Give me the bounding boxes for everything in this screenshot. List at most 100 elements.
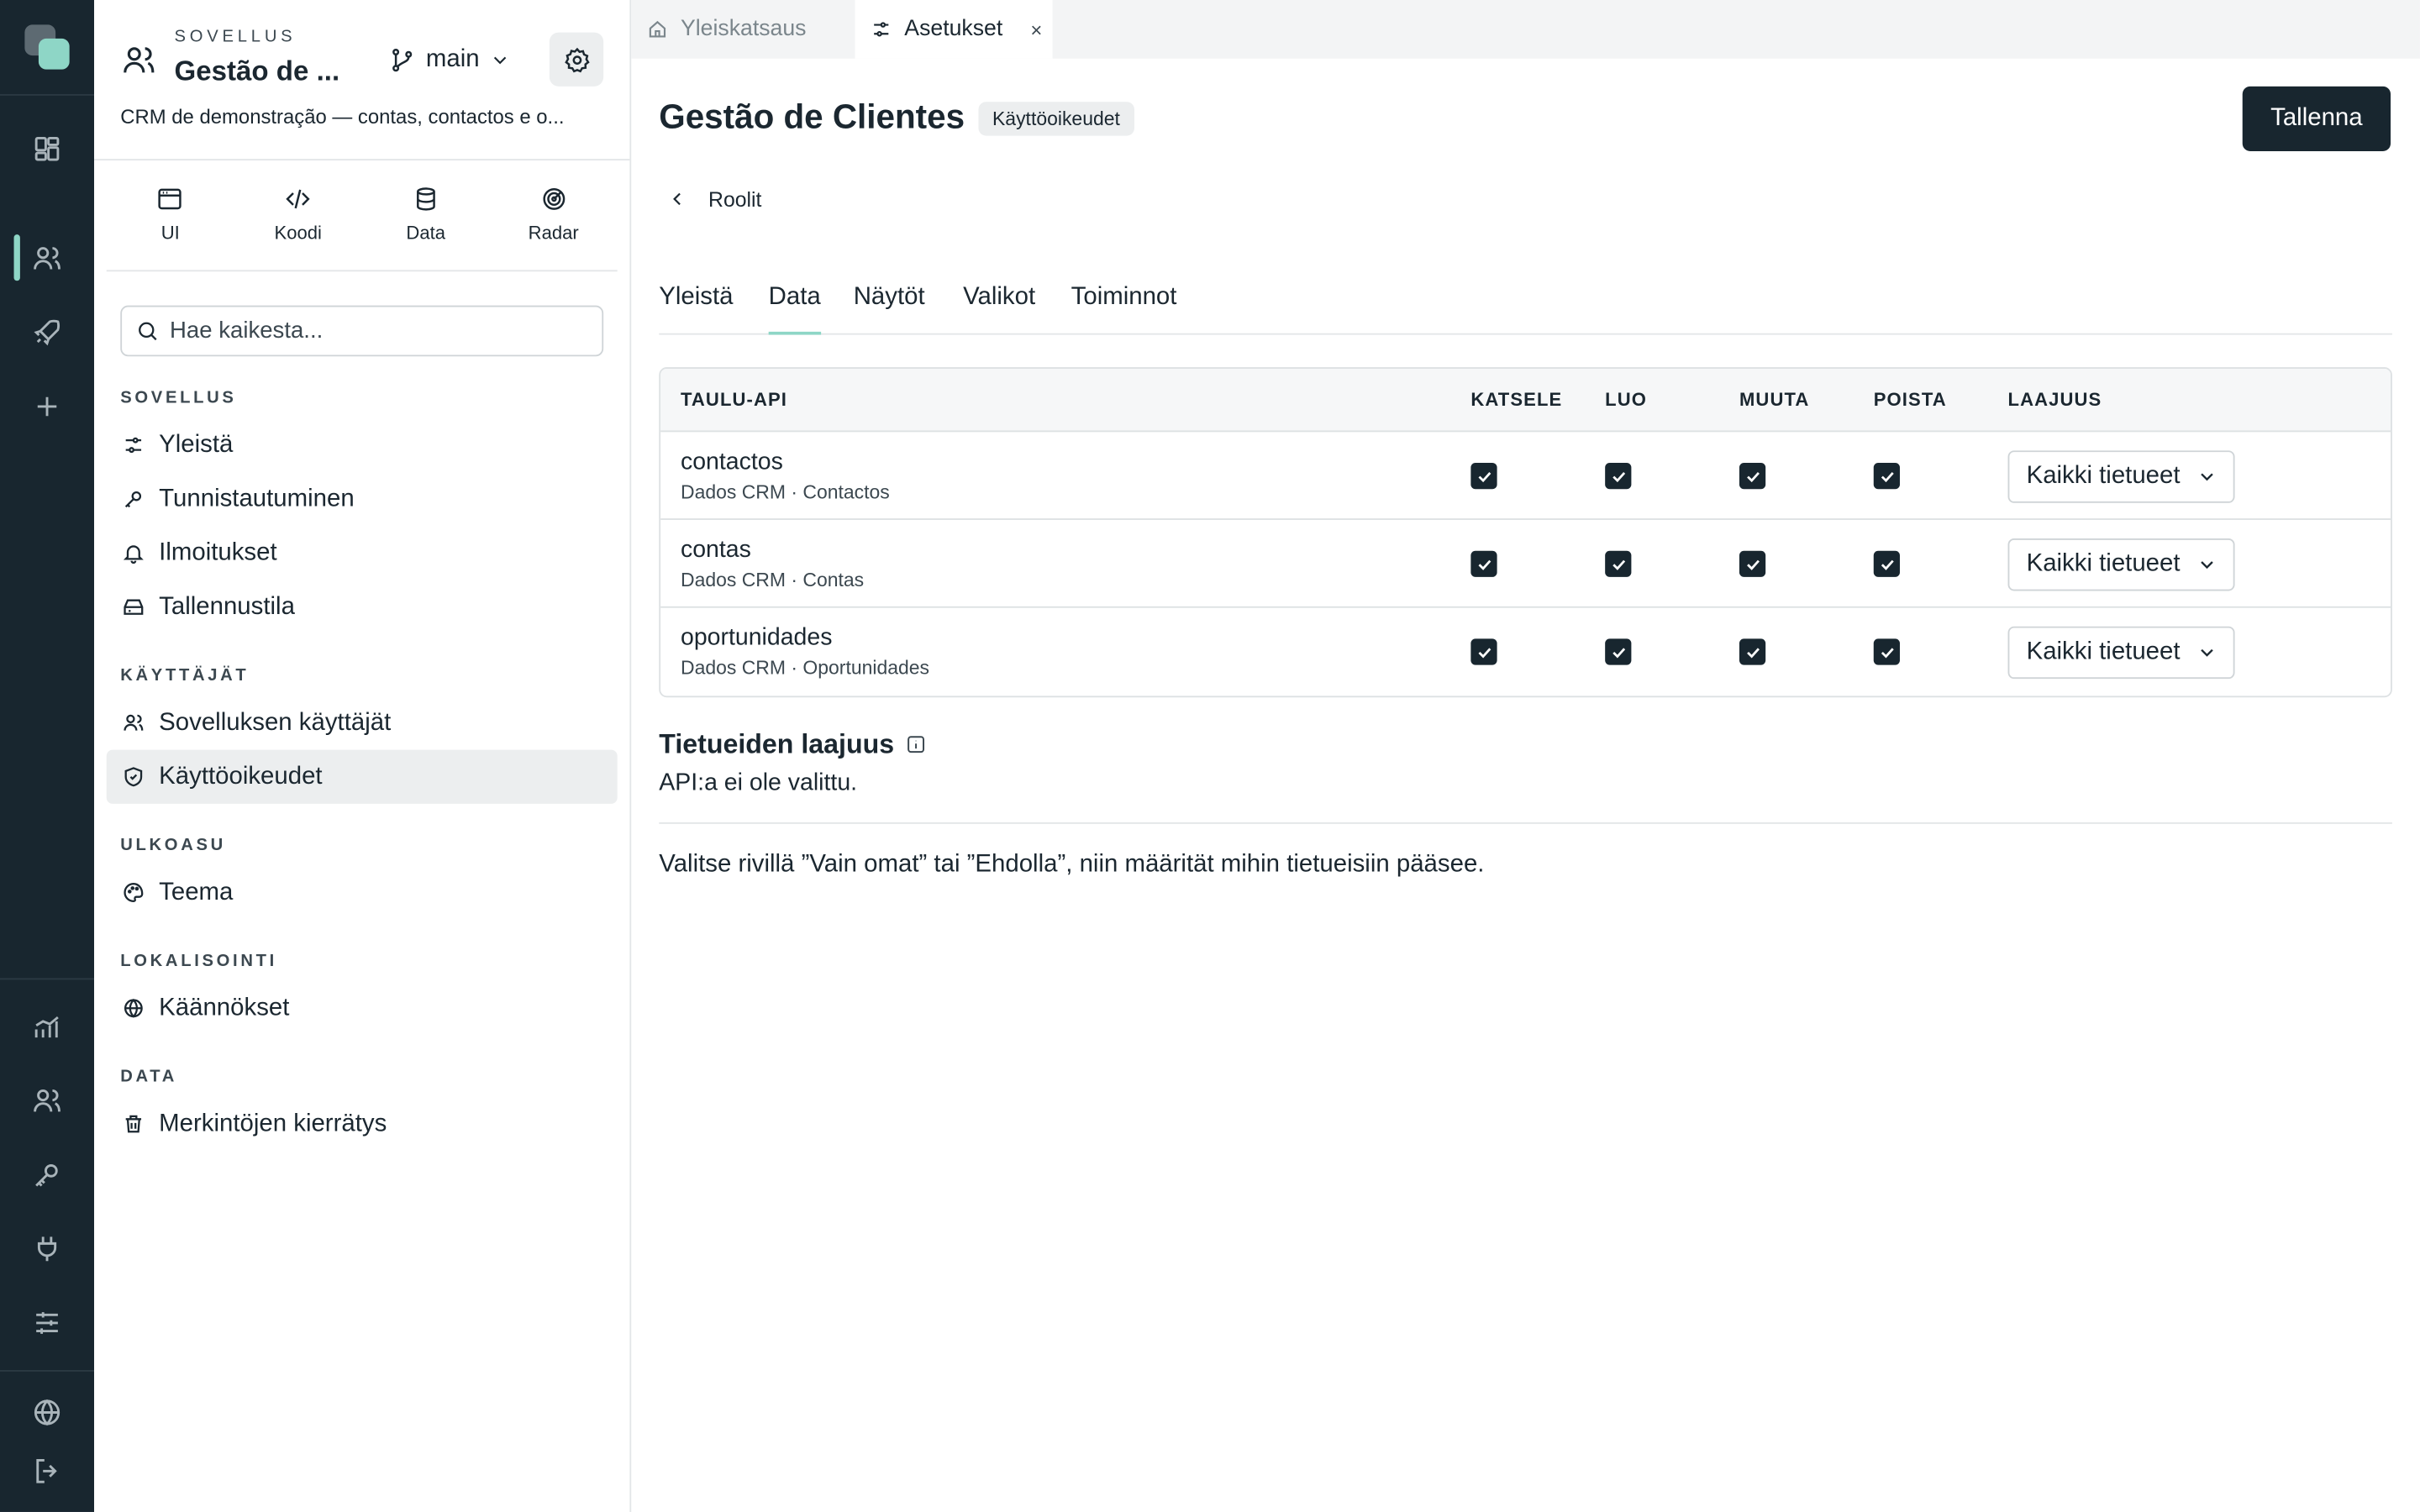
record-scope-hint: Valitse rivillä ”Vain omat” tai ”Ehdolla… [659, 851, 1485, 879]
scope-select[interactable]: Kaikki tietueet [2007, 626, 2235, 680]
nav-item-recycle-bin[interactable]: Merkintöjen kierrätys [107, 1097, 618, 1151]
tab-data[interactable]: Data [768, 284, 821, 335]
scope-select[interactable]: Kaikki tietueet [2007, 538, 2235, 591]
gear-icon [564, 46, 589, 72]
edit-checkbox[interactable] [1739, 550, 1766, 577]
plus-icon[interactable] [31, 391, 64, 423]
column-header: LAAJUUS [2007, 388, 2102, 411]
rocket-icon[interactable] [31, 317, 64, 349]
branch-selector[interactable]: main [389, 43, 511, 76]
search-input[interactable] [170, 318, 587, 344]
nav-item-app-users[interactable]: Sovelluksen käyttäjät [107, 696, 618, 749]
logo[interactable] [24, 24, 71, 71]
users-icon [124, 714, 144, 731]
chevron-down-icon [493, 56, 506, 65]
view-checkbox[interactable] [1470, 638, 1497, 665]
table-api-source: Dados CRM · Contactos [680, 481, 890, 503]
chevron-down-icon [2200, 473, 2213, 481]
record-scope-empty: API:a ei ole valittu. [659, 769, 858, 796]
mode-ui[interactable]: UI [107, 160, 234, 270]
nav-item-storage[interactable]: Tallennustila [107, 580, 618, 634]
key-icon [124, 491, 142, 508]
app-settings-button[interactable] [549, 32, 604, 87]
table-api-source: Dados CRM · Contas [680, 569, 865, 591]
record-scope-title: Tietueiden laajuus [659, 727, 895, 759]
create-checkbox[interactable] [1605, 550, 1632, 577]
tab-actions[interactable]: Toiminnot [1071, 284, 1177, 333]
create-checkbox[interactable] [1605, 463, 1632, 490]
plug-icon[interactable] [31, 1233, 64, 1266]
shield-check-icon [124, 767, 143, 787]
scope-value: Kaikki tietueet [2026, 550, 2181, 577]
scope-select[interactable]: Kaikki tietueet [2007, 450, 2235, 503]
users-icon [120, 42, 157, 79]
key-icon[interactable] [31, 1158, 64, 1191]
nav-item-label: Käännökset [159, 994, 290, 1021]
nav-section-title: KÄYTTÄJÄT [120, 666, 250, 685]
code-icon [286, 189, 310, 209]
mode-radar[interactable]: Radar [490, 160, 618, 270]
section-badge: Käyttöoikeudet [978, 102, 1134, 136]
edit-checkbox[interactable] [1739, 638, 1766, 665]
rail-divider [0, 978, 95, 980]
trash-icon [125, 1115, 142, 1133]
mode-data[interactable]: Data [362, 160, 490, 270]
column-header: KATSELE [1470, 388, 1563, 411]
app-eyebrow: SOVELLUS [174, 28, 297, 47]
edit-checkbox[interactable] [1739, 463, 1766, 490]
tab-label: Yleiskatsaus [680, 17, 807, 42]
nav-item-translations[interactable]: Käännökset [107, 981, 618, 1035]
info-icon[interactable] [907, 734, 927, 754]
nav-item-label: Tallennustila [159, 593, 295, 620]
column-header: MUUTA [1739, 388, 1810, 411]
app-rail [0, 0, 95, 1512]
nav-item-general[interactable]: Yleistä [107, 418, 618, 472]
permissions-table: TAULU-API KATSELE LUO MUUTA POISTA LAAJU… [659, 367, 2392, 698]
scope-value: Kaikki tietueet [2026, 463, 2181, 490]
mode-label: Koodi [274, 222, 322, 244]
bell-icon [123, 545, 144, 564]
delete-checkbox[interactable] [1873, 463, 1900, 490]
chart-icon[interactable] [31, 1011, 64, 1043]
table-api-name: contactos [680, 449, 783, 475]
delete-checkbox[interactable] [1873, 638, 1900, 665]
database-icon [416, 187, 435, 211]
back-to-roles-link[interactable]: Roolit [668, 185, 761, 213]
app-header: SOVELLUS Gestão de ... main CRM de demon… [94, 0, 630, 161]
nav-item-authentication[interactable]: Tunnistautuminen [107, 472, 618, 526]
settings-sliders-icon [874, 22, 889, 37]
table-header: TAULU-API KATSELE LUO MUUTA POISTA LAAJU… [660, 368, 2391, 433]
people-icon[interactable] [31, 1084, 64, 1117]
save-button[interactable]: Tallenna [2242, 86, 2391, 151]
users-icon[interactable] [31, 242, 64, 275]
nav-item-permissions[interactable]: Käyttöoikeudet [106, 749, 618, 804]
mode-code[interactable]: Koodi [234, 160, 362, 270]
tab-menus[interactable]: Valikot [963, 284, 1035, 333]
tab-general[interactable]: Yleistä [659, 284, 733, 333]
tab-settings[interactable]: Asetukset × [855, 0, 1053, 59]
app-name: Gestão de ... [174, 55, 340, 87]
settings-sliders-icon [125, 437, 142, 454]
create-checkbox[interactable] [1605, 638, 1632, 665]
view-checkbox[interactable] [1470, 463, 1497, 490]
logout-icon[interactable] [31, 1455, 64, 1488]
chevron-left-icon [673, 192, 681, 206]
globe-icon[interactable] [31, 1396, 64, 1429]
globe-icon [124, 998, 143, 1018]
rail-divider [0, 1369, 95, 1372]
tab-overview[interactable]: Yleiskatsaus [631, 0, 855, 59]
settings-sidebar: SOVELLUS Gestão de ... main CRM de demon… [94, 0, 632, 1512]
tab-screens[interactable]: Näytöt [854, 284, 925, 333]
nav-item-label: Käyttöoikeudet [159, 763, 323, 790]
column-header: LUO [1605, 388, 1648, 411]
close-tab-button[interactable]: × [1030, 18, 1042, 41]
search-box [120, 305, 604, 357]
delete-checkbox[interactable] [1873, 550, 1900, 577]
nav-item-notifications[interactable]: Ilmoitukset [107, 526, 618, 580]
nav-item-label: Ilmoitukset [159, 538, 277, 566]
sliders-icon[interactable] [31, 1307, 64, 1340]
view-checkbox[interactable] [1470, 550, 1497, 577]
apps-icon[interactable] [31, 133, 64, 165]
nav-item-theme[interactable]: Teema [107, 865, 618, 919]
palette-icon [124, 883, 144, 903]
